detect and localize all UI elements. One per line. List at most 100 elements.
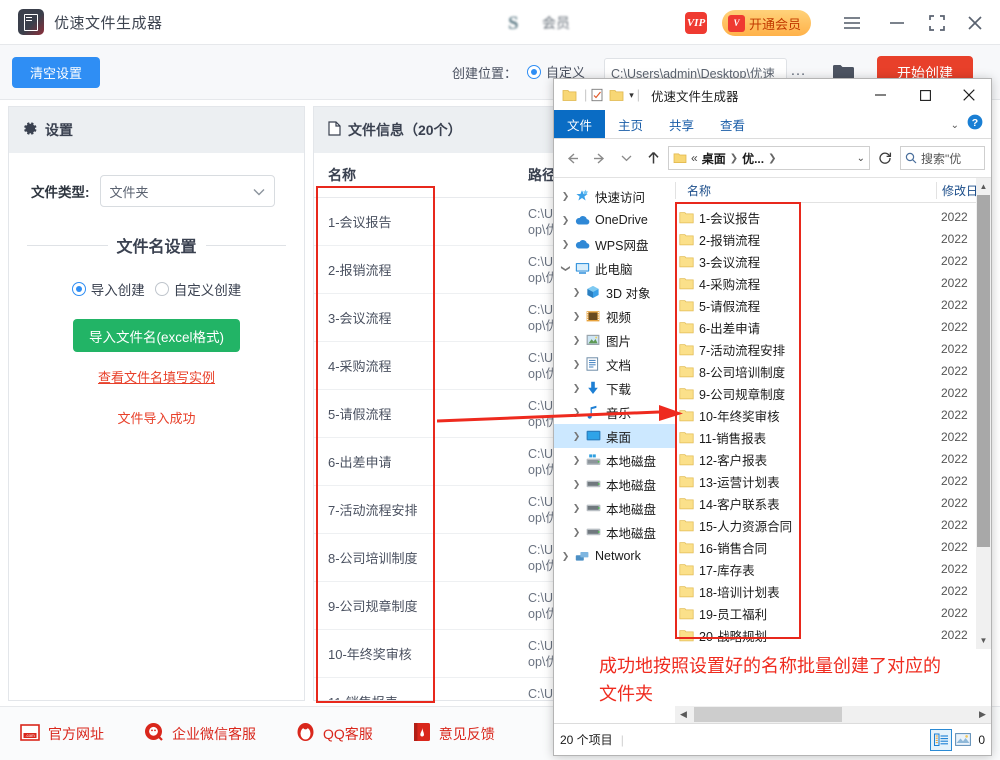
chevron-right-icon[interactable]: ❯ xyxy=(571,287,582,298)
address-dropdown-icon[interactable]: ⌄ xyxy=(857,153,865,164)
list-column-name[interactable]: 名称 xyxy=(675,182,936,199)
scroll-down-icon[interactable]: ▼ xyxy=(976,632,991,649)
nav-item-4[interactable]: ❯3D 对象 xyxy=(554,280,675,304)
recent-locations-icon[interactable] xyxy=(614,146,638,170)
footer-item-qq-service[interactable]: QQ客服 xyxy=(296,722,373,745)
folder-list-item[interactable]: 7-活动流程安排 xyxy=(675,338,936,360)
nav-item-11[interactable]: ❯本地磁盘 xyxy=(554,448,675,472)
nav-item-7[interactable]: ❯文档 xyxy=(554,352,675,376)
ribbon-tab-share[interactable]: 共享 xyxy=(656,110,707,138)
chevron-right-icon[interactable]: ❯ xyxy=(560,551,571,562)
chevron-right-icon[interactable]: ❯ xyxy=(571,431,582,442)
scroll-right-icon[interactable]: ▶ xyxy=(974,706,991,723)
folder-list-item[interactable]: 17-库存表 xyxy=(675,558,936,580)
chevron-right-icon[interactable]: ❯ xyxy=(571,359,582,370)
nav-item-13[interactable]: ❯本地磁盘 xyxy=(554,496,675,520)
nav-item-10[interactable]: ❯桌面 xyxy=(554,424,675,448)
up-icon[interactable] xyxy=(641,146,665,170)
nav-item-15[interactable]: ❯Network xyxy=(554,544,675,568)
nav-item-5[interactable]: ❯视频 xyxy=(554,304,675,328)
explorer-maximize-icon[interactable] xyxy=(903,80,947,110)
folder-list-item[interactable]: 14-客户联系表 xyxy=(675,492,936,514)
maximize-icon[interactable] xyxy=(925,11,949,35)
nav-item-6[interactable]: ❯图片 xyxy=(554,328,675,352)
chevron-right-icon[interactable]: ❯ xyxy=(571,527,582,538)
open-vip-button[interactable]: V 开通会员 xyxy=(722,10,811,36)
footer-item-website[interactable]: .com 官方网址 xyxy=(20,724,104,744)
folder-list-item[interactable]: 2-报销流程 xyxy=(675,228,936,250)
chevron-right-icon[interactable]: ❯ xyxy=(571,407,582,418)
nav-item-12[interactable]: ❯本地磁盘 xyxy=(554,472,675,496)
chevron-right-icon[interactable]: ❯ xyxy=(571,479,582,490)
nav-item-8[interactable]: ❯下载 xyxy=(554,376,675,400)
chevron-right-icon[interactable]: ❯ xyxy=(560,215,571,226)
scroll-left-icon[interactable]: ◀ xyxy=(675,706,692,723)
footer-item-feedback[interactable]: 意见反馈 xyxy=(413,722,495,745)
nav-item-14[interactable]: ❯本地磁盘 xyxy=(554,520,675,544)
chevron-right-icon[interactable]: ❯ xyxy=(571,383,582,394)
chevron-right-icon[interactable]: ❯ xyxy=(571,503,582,514)
folder-list-item[interactable]: 13-运营计划表 xyxy=(675,470,936,492)
breadcrumb-folder[interactable]: 优... xyxy=(742,150,764,167)
vertical-scrollbar[interactable]: ▲ ▼ xyxy=(976,178,991,649)
chevron-right-icon[interactable]: ❯ xyxy=(571,455,582,466)
folder-list-item[interactable]: 15-人力资源合同 xyxy=(675,514,936,536)
mode-import-radio[interactable]: 导入创建 xyxy=(72,279,145,299)
search-input[interactable]: 搜索"优 xyxy=(900,146,985,170)
quick-access-dropdown-icon[interactable]: ▾ xyxy=(629,90,634,101)
folder-list-item[interactable]: 10-年终奖审核 xyxy=(675,404,936,426)
folder-list-item[interactable]: 5-请假流程 xyxy=(675,294,936,316)
vertical-scrollbar-thumb[interactable] xyxy=(977,195,990,547)
large-icons-view-icon[interactable] xyxy=(952,729,974,751)
folder-list-item[interactable]: 9-公司规章制度 xyxy=(675,382,936,404)
folder-list-item[interactable]: 12-客户报表 xyxy=(675,448,936,470)
view-example-link[interactable]: 查看文件名填写实例 xyxy=(9,367,304,386)
ribbon-tab-view[interactable]: 查看 xyxy=(707,110,758,138)
folder-list-item[interactable]: 3-会议流程 xyxy=(675,250,936,272)
nav-item-3[interactable]: ❯此电脑 xyxy=(554,256,675,280)
folder-list-item[interactable]: 6-出差申请 xyxy=(675,316,936,338)
file-type-select[interactable]: 文件夹 xyxy=(100,175,275,207)
chevron-down-icon[interactable]: ❯ xyxy=(560,263,571,274)
properties-icon[interactable] xyxy=(590,88,605,102)
forward-icon[interactable] xyxy=(587,146,611,170)
nav-item-0[interactable]: ❯快速访问 xyxy=(554,184,675,208)
ribbon-expand-icon[interactable]: ⌄ xyxy=(951,120,959,131)
menu-icon[interactable] xyxy=(840,11,864,35)
folder-icon[interactable] xyxy=(562,88,577,102)
scroll-up-icon[interactable]: ▲ xyxy=(976,178,991,195)
horizontal-scrollbar-thumb[interactable] xyxy=(694,707,842,722)
nav-item-1[interactable]: ❯OneDrive xyxy=(554,208,675,232)
help-icon[interactable]: ? xyxy=(967,114,983,133)
back-icon[interactable] xyxy=(560,146,584,170)
breadcrumb-desktop[interactable]: 桌面 xyxy=(702,150,726,167)
folder-list-item[interactable]: 4-采购流程 xyxy=(675,272,936,294)
new-folder-icon[interactable] xyxy=(609,88,624,102)
folder-list-item[interactable]: 1-会议报告 xyxy=(675,206,936,228)
folder-list-item[interactable]: 19-员工福利 xyxy=(675,602,936,624)
footer-item-wechat-service[interactable]: 企业微信客服 xyxy=(144,722,256,745)
chevron-right-icon[interactable]: ❯ xyxy=(571,311,582,322)
ribbon-tab-home[interactable]: 主页 xyxy=(605,110,656,138)
nav-item-9[interactable]: ❯音乐 xyxy=(554,400,675,424)
chevron-right-icon[interactable]: ❯ xyxy=(560,239,571,250)
import-filenames-button[interactable]: 导入文件名(excel格式) xyxy=(73,319,240,352)
folder-list-item[interactable]: 18-培训计划表 xyxy=(675,580,936,602)
horizontal-scrollbar[interactable]: ◀ ▶ xyxy=(675,706,991,723)
mode-custom-radio[interactable]: 自定义创建 xyxy=(155,279,242,299)
chevron-right-icon[interactable]: ❯ xyxy=(560,191,571,202)
chevron-right-icon[interactable]: ❯ xyxy=(571,335,582,346)
folder-list-item[interactable]: 20-战略规划 xyxy=(675,624,936,646)
refresh-icon[interactable] xyxy=(873,146,897,170)
details-view-icon[interactable] xyxy=(930,729,952,751)
folder-list-item[interactable]: 11-销售报表 xyxy=(675,426,936,448)
folder-list-item[interactable]: 8-公司培训制度 xyxy=(675,360,936,382)
clear-settings-button[interactable]: 清空设置 xyxy=(12,57,100,88)
address-breadcrumb-input[interactable]: « 桌面 ❯ 优... ❯ ⌄ xyxy=(668,146,870,170)
explorer-close-icon[interactable] xyxy=(947,80,991,110)
explorer-minimize-icon[interactable] xyxy=(859,80,903,110)
minimize-icon[interactable] xyxy=(885,11,909,35)
ribbon-tab-file[interactable]: 文件 xyxy=(554,110,605,138)
nav-item-2[interactable]: ❯WPS网盘 xyxy=(554,232,675,256)
close-icon[interactable] xyxy=(963,11,987,35)
